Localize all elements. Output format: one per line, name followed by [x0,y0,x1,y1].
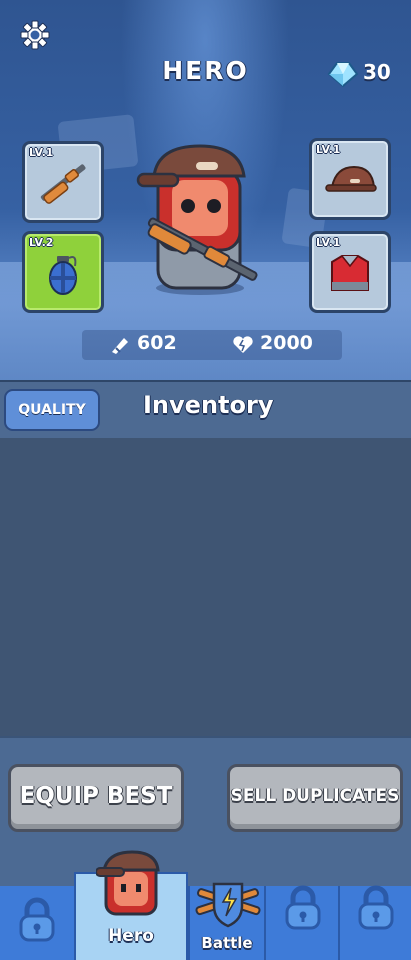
nav-tab-hero[interactable]: Hero [74,850,188,960]
armor-level: LV.1 [316,236,341,249]
nav-hero-label: Hero [108,926,154,946]
hat-slot[interactable]: LV.1 [309,138,391,220]
nav-battle-label: Battle [201,934,253,952]
inventory-title: Inventory [143,391,274,419]
gem-icon [327,62,359,88]
hero-stage: HERO 30 LV.1 LV.2 LV.1 LV.1 602 2000 [0,0,411,380]
nav-tab-battle[interactable]: Battle [188,882,264,960]
hat-level: LV.1 [316,143,341,156]
weapon-level: LV.1 [29,146,54,159]
gem-count: 30 [363,60,391,84]
health-value: 2000 [260,332,313,354]
sell-duplicates-button[interactable]: SELL DUPLICATES [227,764,403,832]
hero-character [136,144,258,295]
action-bar: EQUIP BEST SELL DUPLICATES [0,736,411,888]
nav-tab-locked-3[interactable] [338,885,411,960]
lock-icon [358,885,394,930]
hero-avatar-icon [96,850,160,916]
quality-sort-button[interactable]: QUALITY [4,389,100,431]
inventory-list[interactable] [0,438,411,736]
battle-crossed-guns-icon [195,882,261,928]
bottom-nav: Hero Battle [0,850,411,960]
inventory-header: QUALITY Inventory [0,380,411,440]
attack-icon [112,338,128,354]
health-heart-icon [233,336,253,353]
lock-icon [285,885,321,930]
grenade-slot[interactable]: LV.2 [22,231,104,313]
attack-value: 602 [137,332,177,354]
nav-tab-locked-1[interactable] [0,886,74,960]
grenade-level: LV.2 [29,236,54,249]
nav-tab-locked-2[interactable] [264,885,338,960]
hero-stats: 602 2000 [82,330,342,360]
weapon-slot[interactable]: LV.1 [22,141,104,223]
settings-gear-icon[interactable] [16,16,54,54]
equip-best-button[interactable]: EQUIP BEST [8,764,184,832]
lock-icon [19,897,55,942]
gem-counter: 30 [325,58,405,88]
armor-slot[interactable]: LV.1 [309,231,391,313]
